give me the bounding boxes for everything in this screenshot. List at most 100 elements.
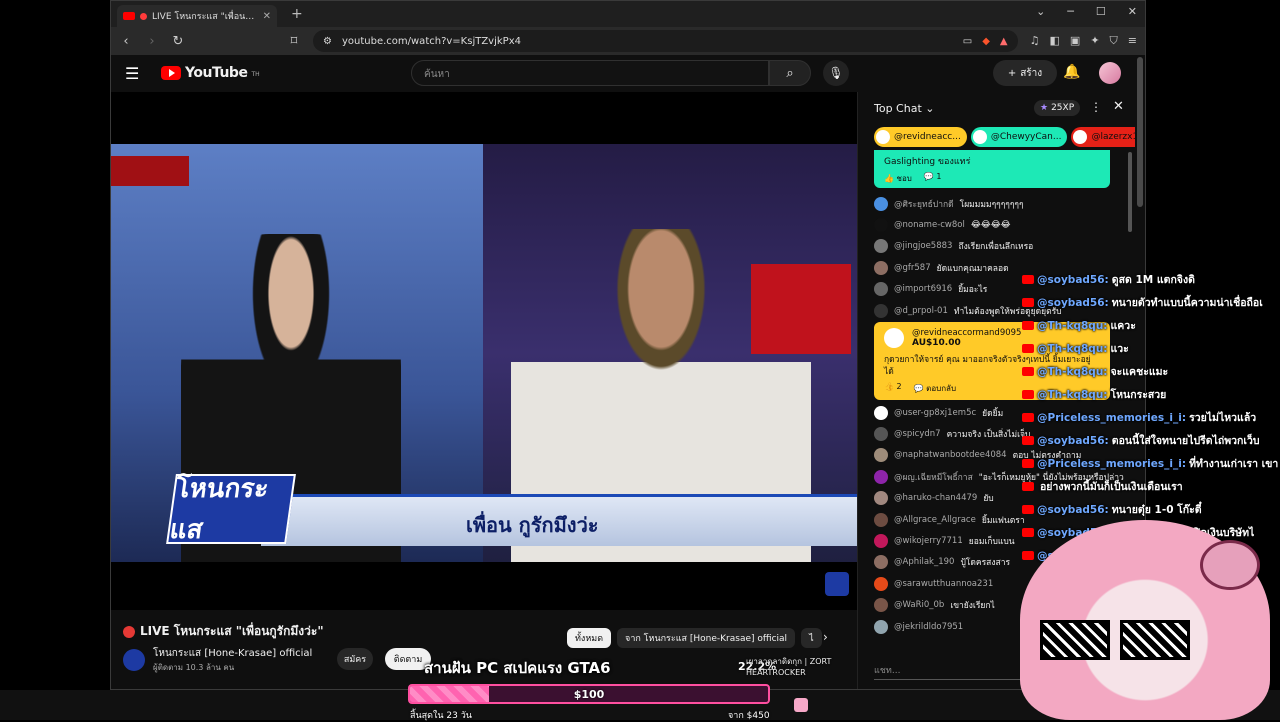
reload-icon[interactable]: ↻ [171,34,185,49]
chips-next-icon[interactable]: › [823,630,828,644]
chat-author[interactable]: @Allgrace_Allgrace [894,515,976,525]
voice-search-button[interactable]: 🎙 [823,60,849,86]
video-frame[interactable]: เพื่อน กูรักมึงว่ะ โหนกระแส [111,144,857,562]
superchat-reply-button[interactable]: 💬 ตอบกลับ [914,382,956,395]
chat-avatar[interactable] [874,405,888,420]
chat-author[interactable]: @naphatwanbootdee4084 [894,450,1007,460]
chat-avatar[interactable] [874,282,888,297]
youtube-logo[interactable]: YouTube TH [161,65,260,81]
youtube-icon [1022,321,1034,330]
leo-icon[interactable]: ✦ [1090,34,1099,48]
brave-shield-icon[interactable]: ◆ [982,36,990,47]
new-tab-icon[interactable]: + [291,6,303,22]
chat-author[interactable]: @Aphilak_190 [894,557,954,567]
chat-avatar[interactable] [874,239,888,254]
close-window-icon[interactable]: ✕ [1128,5,1137,18]
superchat-ticker[interactable]: @ChewyyCan... [970,127,1068,147]
chat-author[interactable]: @ศิระยุทธ์ปากดี [894,197,954,211]
browser-tab[interactable]: LIVE โหนกระแส "เพื่อนกูรักมึงว่ะ" ✕ [117,5,277,27]
chip-more[interactable]: ไ [801,628,822,648]
sidebar-icon[interactable]: ◧ [1050,34,1060,48]
channel-name[interactable]: โหนกระแส [Hone-Krasae] official [153,646,312,661]
chat-avatar[interactable] [874,619,888,634]
chat-author[interactable]: @wikojerry7711 [894,536,963,546]
chat-avatar[interactable] [874,196,888,211]
page-scrollbar[interactable] [1137,57,1143,207]
menu-icon[interactable]: ≡ [1128,34,1137,48]
superchat-like-button[interactable]: 👍 2 [884,382,902,395]
close-tab-icon[interactable]: ✕ [263,11,271,22]
chat-avatar[interactable] [874,303,888,318]
music-icon[interactable]: ♫ [1030,34,1040,48]
chat-author[interactable]: @user-gp8xj1em5c [894,408,976,418]
mic-icon: 🎙 [828,66,844,80]
youtube-favicon-icon [123,12,135,20]
guide-menu-icon[interactable]: ☰ [125,64,143,83]
chat-scrollbar[interactable] [1128,152,1132,232]
chat-author[interactable]: @ผญ.เฉียหมีโพธิ์กาส [894,470,973,484]
chat-avatar[interactable] [874,260,888,275]
reply-button[interactable]: 💬 1 [924,172,942,185]
chat-avatar[interactable] [874,598,888,613]
chat-author[interactable]: @spicydn7 [894,429,941,439]
back-icon[interactable]: ‹ [119,34,133,49]
chat-author[interactable]: @WaRi0_0b [894,600,944,610]
chip-all[interactable]: ทั้งหมด [567,628,612,648]
chat-avatar[interactable] [874,576,888,591]
chat-author[interactable]: @haruko-chan4479 [894,493,977,503]
minimize-icon[interactable]: ─ [1067,5,1074,18]
more-options-icon[interactable]: ⋮ [1090,100,1102,114]
wallet-icon[interactable]: ▣ [1070,34,1080,48]
overlay-chat-message: @Priceless_memories_i_i: ที่ทำงานเก่าเรา … [1022,452,1280,475]
ticker-avatar [972,130,987,144]
video-title: LIVE โหนกระแส "เพื่อนกูรักมึงว่ะ" [123,622,324,641]
search-icon: ⌕ [786,65,794,81]
chat-avatar[interactable] [874,427,888,442]
search-button[interactable]: ⌕ [769,60,811,86]
chat-author[interactable]: @import6916 [894,284,952,294]
chat-text: โผมมมมๆๆๆๆๆๆๆ [959,199,1024,210]
taskbar-app-icon[interactable] [794,698,808,712]
chat-mode-dropdown[interactable]: Top Chat ⌄ [874,102,934,115]
chat-author[interactable]: @d_prpol-01 [894,306,948,316]
forward-icon[interactable]: › [145,34,159,49]
chat-avatar[interactable] [874,491,888,506]
vpn-icon[interactable]: ⛉ [1110,34,1118,48]
chat-author[interactable]: @jekrildldo7951 [894,622,963,632]
bookmark-icon[interactable]: ⌑ [287,34,301,49]
notifications-bell-icon[interactable]: 🔔 [1063,64,1080,80]
xp-badge[interactable]: ★ 25XP [1034,100,1081,116]
video-player[interactable]: เพื่อน กูรักมึงว่ะ โหนกระแส [111,92,857,610]
superchat-ticker[interactable]: @revidneacc... [874,127,967,147]
overlay-text: อย่างพวกนี้มันก็เป็นเงินเดือนเรา [1040,481,1183,493]
chip-from-channel[interactable]: จาก โหนกระแส [Hone-Krasae] official [617,628,796,648]
url-field[interactable]: ⚙ youtube.com/watch?v=KsjTZvjkPx4 ▭ ◆ ▲ [313,30,1018,52]
chat-avatar[interactable] [874,218,888,233]
like-button[interactable]: 👍 ชอบ [884,172,912,185]
rewards-icon[interactable]: ▲ [1000,36,1008,47]
chat-author[interactable]: @sarawutthuannoa231 [894,579,993,589]
cast-icon[interactable]: ▭ [963,36,972,47]
chat-avatar[interactable] [874,555,888,570]
overlay-text: ทนายตัวทำแบบนี้ความน่าเชื่อถือเ [1111,297,1263,309]
site-info-icon[interactable]: ⚙ [323,36,332,47]
maximize-icon[interactable]: ☐ [1096,5,1106,18]
chat-author[interactable]: @noname-cw8ol [894,220,965,230]
chat-avatar[interactable] [874,534,888,549]
create-button[interactable]: + สร้าง [993,60,1057,86]
close-chat-icon[interactable]: ✕ [1113,99,1124,114]
chat-avatar[interactable] [874,448,888,463]
superchat-ticker[interactable]: @lazerzx1 [1071,127,1135,147]
channel-row: โหนกระแส [Hone-Krasae] official ผู้ติดตา… [123,646,312,674]
tab-search-icon[interactable]: ⌄ [1036,5,1045,18]
chat-author[interactable]: @jingjoe5883 [894,241,952,251]
join-button[interactable]: สมัคร [337,648,373,670]
channel-avatar[interactable] [123,649,145,671]
chat-avatar[interactable] [874,469,888,484]
search-input[interactable]: ค้นหา [411,60,769,86]
chat-avatar[interactable] [874,512,888,527]
chat-text: 😂😂😂😂 [970,220,1011,231]
chat-author[interactable]: @gfr587 [894,263,931,273]
chat-text: ยัดแบกคุณมาคลอด [936,263,1009,274]
account-avatar[interactable] [1099,62,1121,84]
